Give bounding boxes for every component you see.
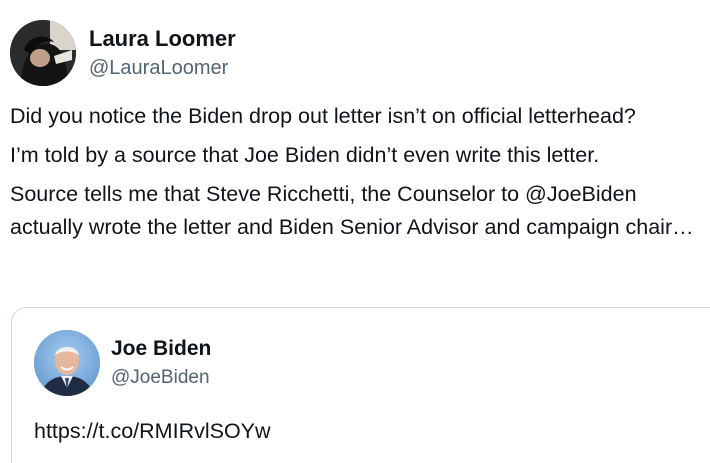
quoted-tweet[interactable]: Joe Biden @JoeBiden https://t.co/RMIRvlS…: [11, 307, 710, 463]
author-handle[interactable]: @LauraLoomer: [89, 54, 236, 82]
author-display-name[interactable]: Laura Loomer: [89, 24, 236, 54]
tweet: Laura Loomer @LauraLoomer Did you notice…: [0, 0, 710, 463]
quoted-author-handle[interactable]: @JoeBiden: [111, 364, 211, 392]
avatar[interactable]: [10, 20, 76, 86]
avatar[interactable]: [34, 330, 100, 396]
quoted-tweet-link[interactable]: https://t.co/RMIRvlSOYw: [34, 416, 271, 446]
tweet-author[interactable]: Laura Loomer @LauraLoomer: [10, 18, 236, 88]
tweet-paragraph: Did you notice the Biden drop out letter…: [10, 104, 636, 128]
quoted-tweet-author[interactable]: Joe Biden @JoeBiden: [34, 330, 211, 396]
avatar-photo: [10, 20, 76, 86]
avatar-photo: [34, 330, 100, 396]
tweet-body: Did you notice the Biden drop out letter…: [10, 100, 700, 250]
quoted-author-display-name[interactable]: Joe Biden: [111, 334, 211, 364]
quoted-author-names: Joe Biden @JoeBiden: [111, 334, 211, 392]
tweet-paragraph: Source tells me that Steve Ricchetti, th…: [10, 182, 694, 239]
tweet-paragraph: I’m told by a source that Joe Biden didn…: [10, 143, 600, 167]
author-names: Laura Loomer @LauraLoomer: [89, 24, 236, 82]
